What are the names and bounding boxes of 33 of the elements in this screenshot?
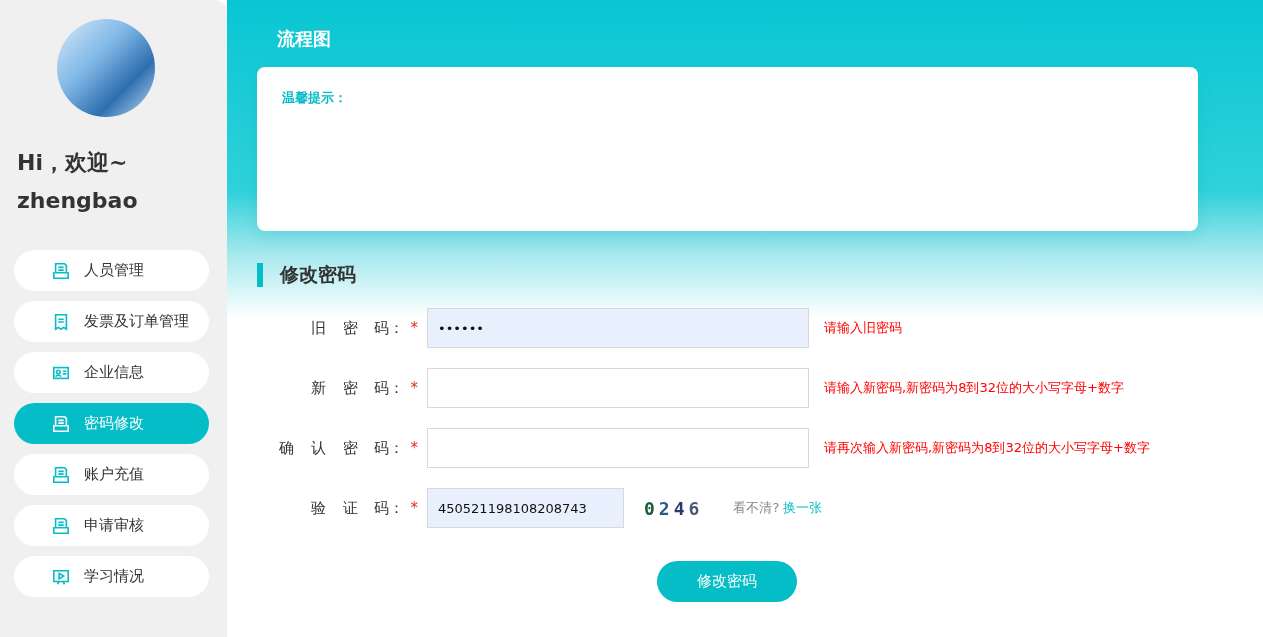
document-tray-icon [52, 465, 70, 484]
required-mark: * [410, 318, 418, 338]
field-label: 新 密 码： [310, 378, 405, 398]
field-label: 旧 密 码： [310, 318, 405, 338]
hint-text: 请再次输入新密码,新密码为8到32位的大小写字母+数字 [824, 439, 1150, 457]
hint-text: 请输入新密码,新密码为8到32位的大小写字母+数字 [824, 379, 1124, 397]
receipt-icon [52, 312, 70, 331]
greeting: Hi，欢迎~ zhengbao [17, 149, 139, 215]
section-marker [257, 263, 263, 287]
password-field[interactable]: •••••• [427, 308, 809, 348]
sidebar-item[interactable]: 学习情况 [14, 556, 209, 597]
required-mark: * [410, 438, 418, 458]
sidebar-item[interactable]: 申请审核 [14, 505, 209, 546]
document-tray-icon [52, 516, 70, 535]
required-mark: * [410, 498, 418, 518]
password-field[interactable] [427, 428, 809, 468]
password-field[interactable] [427, 368, 809, 408]
sidebar-item[interactable]: 账户充值 [14, 454, 209, 495]
sidebar-item[interactable]: 企业信息 [14, 352, 209, 393]
hint-text: 请输入旧密码 [824, 319, 902, 337]
sidebar-item[interactable]: 发票及订单管理 [14, 301, 209, 342]
unclear-text: 看不清? [733, 499, 780, 517]
page-title: 流程图 [277, 27, 332, 51]
section-title: 修改密码 [280, 262, 356, 287]
document-tray-icon [52, 414, 70, 433]
presentation-icon [52, 567, 70, 586]
notice-title: 温馨提示： [282, 89, 348, 107]
sidebar-item[interactable]: 人员管理 [14, 250, 209, 291]
field-label: 确 认 密 码： [279, 438, 405, 458]
field-label: 验 证 码： [310, 498, 405, 518]
document-tray-icon [52, 261, 70, 280]
required-mark: * [410, 378, 418, 398]
captcha-field[interactable]: 450521198108208743 [427, 488, 624, 528]
